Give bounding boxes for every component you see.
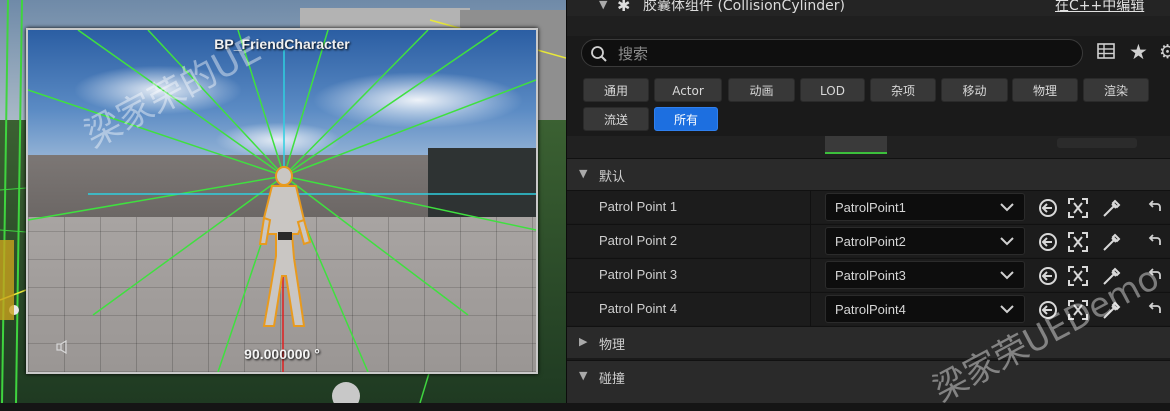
- filter-general[interactable]: 通用: [583, 78, 649, 102]
- reset-icon[interactable]: [1147, 199, 1163, 215]
- filter-movement[interactable]: 移动: [941, 78, 1008, 102]
- section-physics[interactable]: ▶ 物理: [567, 326, 1170, 358]
- favorites-star-icon[interactable]: ★: [1129, 40, 1148, 64]
- preview-debug-overlay: [28, 30, 536, 372]
- column-splitter[interactable]: [810, 293, 811, 326]
- settings-gear-icon[interactable]: ⚙: [1159, 41, 1170, 63]
- chevron-down-icon: [1000, 271, 1014, 280]
- property-label: Patrol Point 3: [599, 267, 678, 282]
- column-splitter[interactable]: [810, 225, 811, 258]
- browse-icon[interactable]: [1067, 231, 1089, 253]
- property-row-patrol-point-4: Patrol Point 4 PatrolPoint4: [567, 292, 1170, 326]
- patrol-point-3-dropdown[interactable]: PatrolPoint3: [825, 261, 1025, 289]
- eyedropper-icon[interactable]: [1101, 299, 1123, 321]
- details-panel: ▼ ✱ 胶囊体组件 (CollisionCylinder) 在C++中编辑 ★ …: [566, 0, 1170, 410]
- search-box[interactable]: [581, 39, 1083, 67]
- collapse-arrow-icon: ▼: [579, 369, 588, 382]
- dropdown-value: PatrolPoint4: [835, 302, 906, 317]
- section-collision[interactable]: ▼ 碰撞: [567, 360, 1170, 403]
- component-icon: ✱: [617, 0, 631, 15]
- eyedropper-icon[interactable]: [1101, 231, 1123, 253]
- use-selected-icon[interactable]: [1037, 231, 1059, 253]
- component-title: 胶囊体组件 (CollisionCylinder): [643, 0, 845, 14]
- property-row-patrol-point-1: Patrol Point 1 PatrolPoint1: [567, 190, 1170, 224]
- column-splitter[interactable]: [810, 191, 811, 224]
- search-icon: [591, 46, 607, 62]
- property-matrix-icon[interactable]: [1097, 42, 1115, 60]
- property-row-patrol-point-2: Patrol Point 2 PatrolPoint2: [567, 224, 1170, 258]
- chevron-down-icon: [1000, 237, 1014, 246]
- filter-animation[interactable]: 动画: [728, 78, 795, 102]
- dropdown-value: PatrolPoint2: [835, 234, 906, 249]
- patrol-point-1-dropdown[interactable]: PatrolPoint1: [825, 193, 1025, 221]
- level-viewport[interactable]: BP_FriendCharacter 90.000000 ° 梁家荣的UE: [0, 0, 566, 403]
- preview-title: BP_FriendCharacter: [214, 36, 350, 52]
- speaker-icon: [56, 340, 67, 354]
- property-label: Patrol Point 1: [599, 199, 678, 214]
- rotation-readout: 90.000000 °: [244, 346, 320, 362]
- section-default[interactable]: ▼ 默认: [567, 158, 1170, 190]
- expand-arrow-icon: ▶: [579, 335, 588, 348]
- filter-lod[interactable]: LOD: [800, 78, 865, 102]
- filter-actor[interactable]: Actor: [654, 78, 722, 102]
- filter-streaming[interactable]: 流送: [583, 107, 649, 131]
- column-splitter[interactable]: [810, 259, 811, 292]
- browse-icon[interactable]: [1067, 299, 1089, 321]
- collapse-arrow-icon: ▼: [579, 167, 588, 180]
- section-physics-label: 物理: [599, 338, 626, 353]
- property-label: Patrol Point 4: [599, 301, 678, 316]
- section-default-label: 默认: [599, 170, 626, 185]
- expand-arrow-icon[interactable]: ▼: [599, 0, 607, 11]
- filter-misc[interactable]: 杂项: [870, 78, 936, 102]
- use-selected-icon[interactable]: [1037, 299, 1059, 321]
- eyedropper-icon[interactable]: [1101, 197, 1123, 219]
- camera-preview: BP_FriendCharacter 90.000000 °: [26, 28, 538, 374]
- filter-all[interactable]: 所有: [654, 107, 718, 131]
- use-selected-icon[interactable]: [1037, 265, 1059, 287]
- property-label: Patrol Point 2: [599, 233, 678, 248]
- reset-icon[interactable]: [1147, 267, 1163, 283]
- edit-in-cpp-link[interactable]: 在C++中编辑: [1055, 0, 1144, 15]
- browse-icon[interactable]: [1067, 197, 1089, 219]
- component-subrow: [567, 16, 1170, 36]
- reset-icon[interactable]: [1147, 233, 1163, 249]
- patrol-point-4-dropdown[interactable]: PatrolPoint4: [825, 295, 1025, 323]
- component-row[interactable]: ▼ ✱ 胶囊体组件 (CollisionCylinder) 在C++中编辑: [567, 0, 1170, 16]
- eyedropper-icon[interactable]: [1101, 265, 1123, 287]
- chevron-down-icon: [1000, 305, 1014, 314]
- scrolled-field: [1057, 138, 1137, 148]
- viewport-sphere: [332, 382, 360, 403]
- browse-icon[interactable]: [1067, 265, 1089, 287]
- reset-icon[interactable]: [1147, 301, 1163, 317]
- search-input[interactable]: [616, 42, 1060, 66]
- scrolled-content-strip: [567, 136, 1170, 158]
- property-row-patrol-point-3: Patrol Point 3 PatrolPoint3: [567, 258, 1170, 292]
- filter-physics[interactable]: 物理: [1012, 78, 1078, 102]
- use-selected-icon[interactable]: [1037, 197, 1059, 219]
- chevron-down-icon: [1000, 203, 1014, 212]
- dropdown-value: PatrolPoint3: [835, 268, 906, 283]
- filter-rendering[interactable]: 渲染: [1083, 78, 1149, 102]
- asset-thumbnail: [825, 136, 887, 154]
- patrol-point-2-dropdown[interactable]: PatrolPoint2: [825, 227, 1025, 255]
- dropdown-value: PatrolPoint1: [835, 200, 906, 215]
- section-collision-label: 碰撞: [599, 372, 626, 387]
